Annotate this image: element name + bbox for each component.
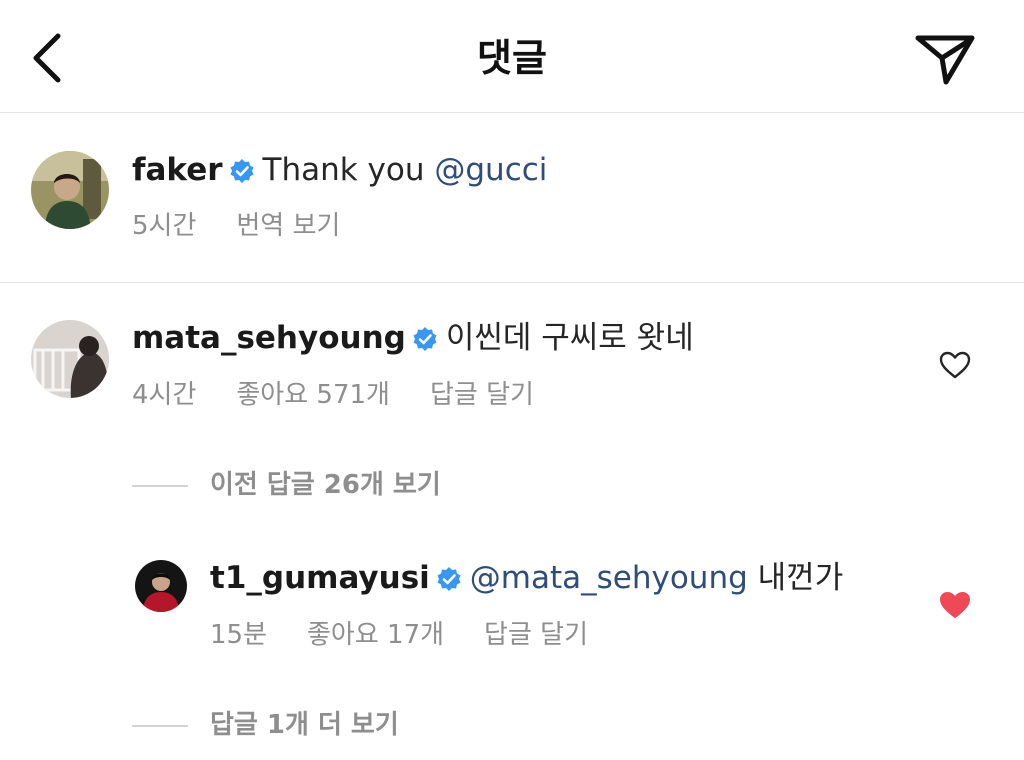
- reply-text: 내껀가: [747, 560, 844, 596]
- divider-line: [132, 484, 188, 487]
- timestamp: 5시간: [132, 211, 197, 241]
- likes-count[interactable]: 좋아요 17개: [307, 620, 444, 650]
- avatar-photo: [135, 560, 187, 612]
- view-previous-replies-label: 이전 답글 26개 보기: [210, 470, 441, 500]
- likes-count[interactable]: 좋아요 571개: [236, 380, 390, 410]
- reply-button[interactable]: 답글 달기: [430, 380, 534, 410]
- avatar-photo: [31, 320, 109, 398]
- caption-text: Thank you: [262, 152, 435, 188]
- comment-meta: 4시간 좋아요 571개 답글 달기: [132, 378, 534, 412]
- verified-badge-icon: [413, 327, 437, 351]
- view-more-replies[interactable]: 답글 1개 더 보기: [132, 708, 399, 742]
- verified-badge-icon: [437, 567, 461, 591]
- like-button[interactable]: [938, 350, 972, 384]
- timestamp: 4시간: [132, 380, 197, 410]
- top-bar: 댓글: [0, 0, 1024, 113]
- avatar-mata-sehyoung[interactable]: [31, 320, 109, 398]
- avatar-faker[interactable]: [31, 151, 109, 229]
- verified-badge-icon: [230, 159, 254, 183]
- avatar-photo: [31, 151, 109, 229]
- comment-line: mata_sehyoung 이씬데 구씨로 왓네: [132, 318, 694, 358]
- reply-meta: 15분 좋아요 17개 답글 달기: [210, 618, 588, 652]
- view-previous-replies[interactable]: 이전 답글 26개 보기: [132, 468, 441, 502]
- avatar-t1-gumayusi[interactable]: [135, 560, 187, 612]
- page-title: 댓글: [477, 36, 547, 80]
- timestamp: 15분: [210, 620, 268, 650]
- send-icon: [915, 35, 975, 85]
- heart-outline-icon: [939, 351, 971, 379]
- username-t1-gumayusi[interactable]: t1_gumayusi: [210, 560, 430, 596]
- translate-link[interactable]: 번역 보기: [236, 211, 340, 241]
- heart-filled-icon: [940, 592, 970, 618]
- share-button[interactable]: [912, 30, 978, 86]
- divider-line: [132, 724, 188, 727]
- mention-mata-sehyoung[interactable]: @mata_sehyoung: [470, 560, 748, 596]
- reply-line: t1_gumayusi @mata_sehyoung 내껀가: [210, 558, 843, 598]
- like-button[interactable]: [938, 590, 972, 624]
- reply-button[interactable]: 답글 달기: [484, 620, 588, 650]
- username-faker[interactable]: faker: [132, 152, 223, 188]
- view-more-replies-label: 답글 1개 더 보기: [210, 710, 399, 740]
- mention-gucci[interactable]: @gucci: [434, 152, 547, 188]
- caption-meta: 5시간 번역 보기: [132, 209, 340, 243]
- post-caption: faker Thank you @gucci 5시간 번역 보기: [0, 113, 1024, 283]
- username-mata-sehyoung[interactable]: mata_sehyoung: [132, 320, 406, 356]
- comment-text: 이씬데 구씨로 왓네: [445, 320, 694, 356]
- caption-line: faker Thank you @gucci: [132, 150, 547, 190]
